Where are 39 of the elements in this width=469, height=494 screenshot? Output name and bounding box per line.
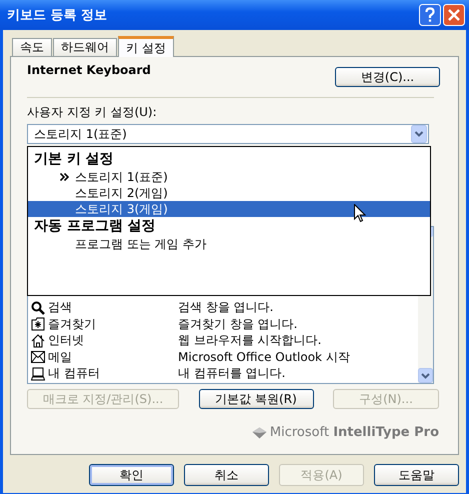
product-name: Microsoft IntelliType Pro bbox=[270, 425, 439, 440]
computer-icon bbox=[31, 366, 45, 381]
envelope-icon bbox=[31, 351, 45, 364]
scroll-down-icon[interactable] bbox=[418, 368, 433, 383]
diamond-logo-icon bbox=[252, 426, 267, 438]
tab[interactable]: 하드웨어 bbox=[53, 38, 117, 56]
key-name: 검색 bbox=[48, 299, 72, 316]
house-icon bbox=[31, 334, 45, 348]
dialog-button[interactable]: 도움말 bbox=[374, 464, 459, 486]
menu-item[interactable]: 스토리지 1(표준) bbox=[28, 169, 430, 185]
device-name: Internet Keyboard bbox=[27, 63, 151, 77]
key-action: 즐겨찾기 창을 엽니다. bbox=[178, 316, 298, 333]
key-name: 메일 bbox=[48, 348, 72, 366]
menu-item[interactable]: 스토리지 2(게임) bbox=[28, 185, 430, 201]
key-name: 내 컴퓨터 bbox=[48, 365, 100, 382]
key-name: 인터넷 bbox=[48, 332, 84, 350]
key-setting-dropdown[interactable]: 스토리지 1(표준) bbox=[27, 124, 429, 144]
tab[interactable]: 키 설정 bbox=[118, 36, 174, 57]
close-icon[interactable] bbox=[443, 4, 465, 26]
dialog-button[interactable]: 확인 bbox=[89, 464, 174, 486]
search-icon bbox=[31, 300, 45, 315]
tab[interactable]: 속도 bbox=[12, 38, 52, 56]
window-title: 키보드 등록 정보 bbox=[7, 7, 108, 24]
star-folder-icon bbox=[31, 317, 45, 332]
key-action: Microsoft Office Outlook 시작 bbox=[178, 348, 350, 366]
key-action: 웹 브라우저를 시작합니다. bbox=[178, 332, 322, 350]
key-action: 내 컴퓨터를 엽니다. bbox=[178, 365, 286, 382]
group-heading: 기본 키 설정 bbox=[33, 150, 115, 169]
dialog-button[interactable]: 취소 bbox=[184, 464, 269, 486]
mouse-pointer-icon bbox=[354, 204, 366, 223]
key-name: 즐겨찾기 bbox=[48, 316, 96, 333]
help-icon[interactable] bbox=[419, 4, 441, 26]
action-button[interactable]: 기본값 복원(R) bbox=[198, 389, 314, 409]
field-label: 사용자 지정 키 설정(U): bbox=[27, 104, 158, 121]
change-button[interactable]: 변경(C)... bbox=[335, 67, 440, 87]
menu-item[interactable]: 스토리지 3(게임) bbox=[28, 201, 430, 217]
key-action: 검색 창을 엽니다. bbox=[178, 299, 274, 316]
group-heading: 자동 프로그램 설정 bbox=[33, 217, 157, 236]
menu-item[interactable]: 프로그램 또는 게임 추가 bbox=[28, 236, 430, 252]
